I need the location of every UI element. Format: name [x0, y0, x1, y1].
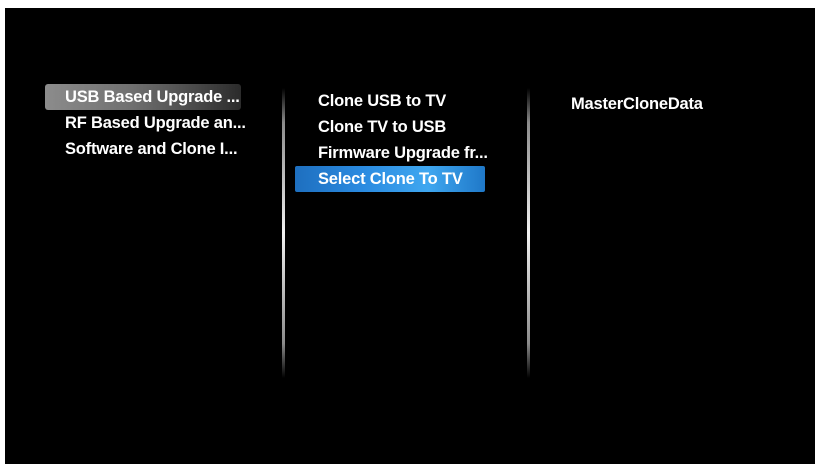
menu-item-firmware-upgrade[interactable]: Firmware Upgrade fr... [295, 140, 500, 166]
menu-item-label: Select Clone To TV [318, 170, 463, 188]
menu-item-label: USB Based Upgrade ... [65, 88, 240, 106]
menu-item-clone-tv-to-usb[interactable]: Clone TV to USB [295, 114, 500, 140]
menu-list-level-3: MasterCloneData [566, 91, 715, 117]
menu-item-usb-based-upgrade[interactable]: USB Based Upgrade ... [45, 84, 241, 110]
menu-item-label: RF Based Upgrade an... [65, 114, 246, 132]
column-divider [527, 88, 530, 378]
menu-column-level-1: USB Based Upgrade ... RF Based Upgrade a… [45, 8, 285, 464]
menu-item-rf-based-upgrade[interactable]: RF Based Upgrade an... [45, 110, 258, 136]
menu-item-label: Clone TV to USB [318, 118, 447, 136]
tv-settings-screen: USB Based Upgrade ... RF Based Upgrade a… [5, 8, 815, 464]
menu-item-select-clone-to-tv[interactable]: Select Clone To TV [295, 166, 485, 192]
menu-column-level-3: MasterCloneData [566, 8, 806, 464]
column-divider [282, 88, 285, 378]
menu-item-master-clone-data[interactable]: MasterCloneData [566, 91, 715, 117]
menu-item-clone-usb-to-tv[interactable]: Clone USB to TV [295, 88, 500, 114]
menu-item-software-and-clone-info[interactable]: Software and Clone I... [45, 136, 258, 162]
menu-list-level-2: Clone USB to TV Clone TV to USB Firmware… [295, 88, 500, 192]
menu-item-label: MasterCloneData [571, 95, 703, 113]
menu-item-label: Firmware Upgrade fr... [318, 144, 488, 162]
menu-item-label: Clone USB to TV [318, 92, 447, 110]
menu-item-label: Software and Clone I... [65, 140, 238, 158]
menu-column-level-2: Clone USB to TV Clone TV to USB Firmware… [295, 8, 525, 464]
menu-list-level-1: USB Based Upgrade ... RF Based Upgrade a… [45, 84, 258, 162]
